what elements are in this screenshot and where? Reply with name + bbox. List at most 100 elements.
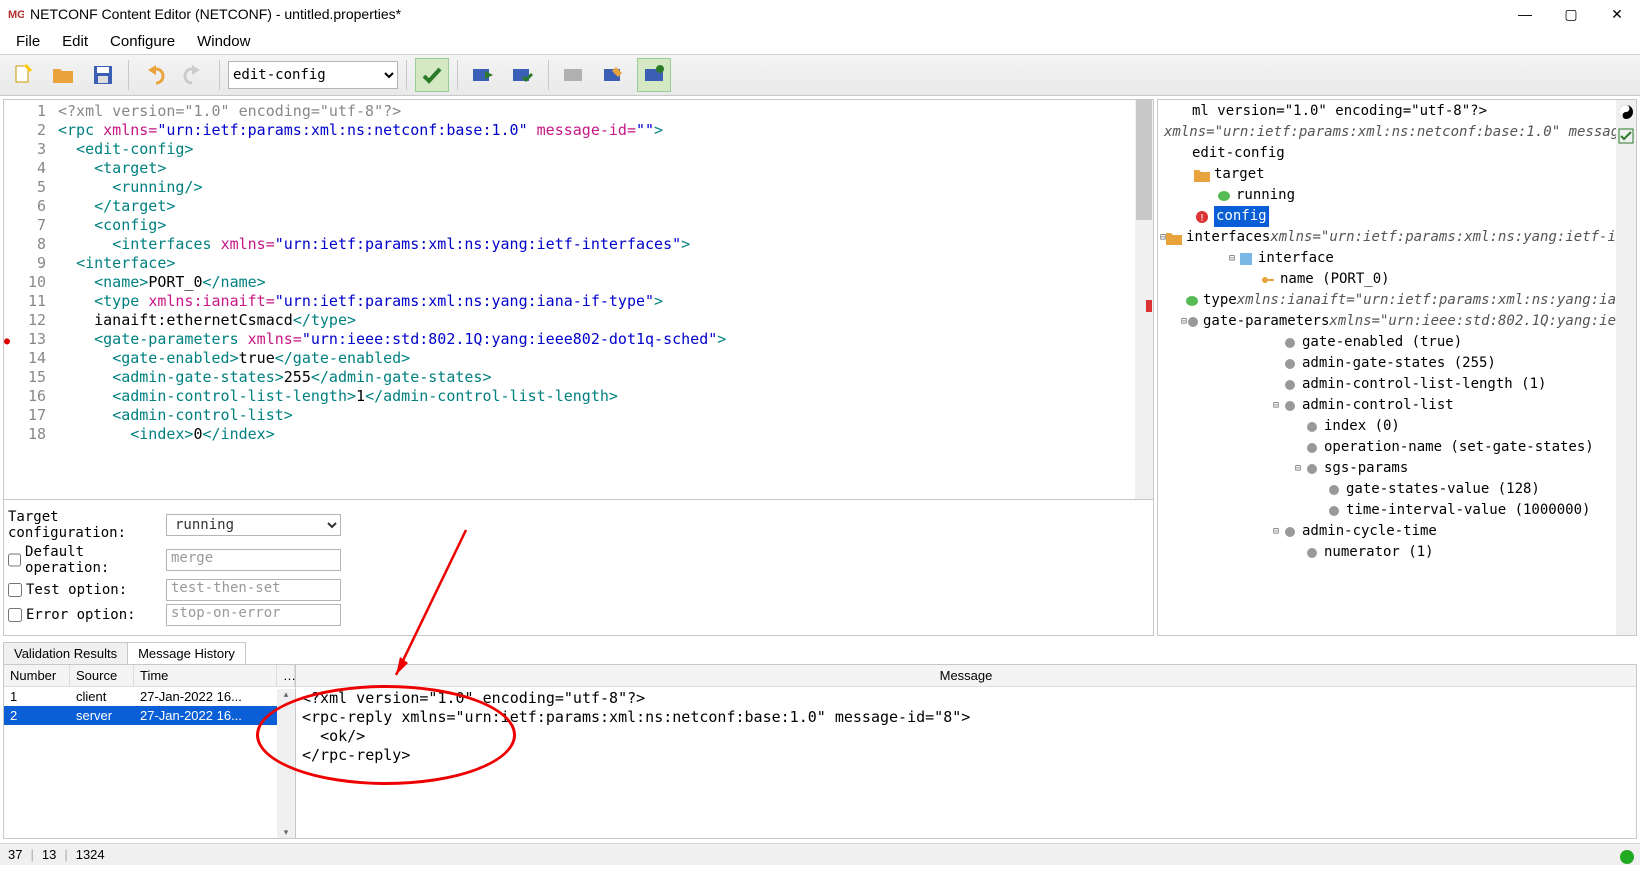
expand-icon[interactable]: ⊟ xyxy=(1270,395,1282,416)
tree-sidebar xyxy=(1616,100,1636,635)
tree-node-icon xyxy=(1304,545,1320,561)
tree-node[interactable]: ⊟sgs-params xyxy=(1160,458,1616,479)
col-time[interactable]: Time xyxy=(134,665,277,686)
default-operation-select[interactable]: merge xyxy=(166,549,341,571)
tree-node[interactable]: ⊟admin-cycle-time xyxy=(1160,521,1616,542)
error-option-label[interactable]: Error option: xyxy=(8,607,166,623)
statusbar: 37 | 13 | 1324 xyxy=(0,843,1640,865)
tree-node-icon xyxy=(1326,503,1342,519)
error-option-select[interactable]: stop-on-error xyxy=(166,604,341,626)
tree-node[interactable]: admin-gate-states (255) xyxy=(1160,353,1616,374)
edit-tool-button[interactable] xyxy=(597,58,631,92)
menu-file[interactable]: File xyxy=(6,30,50,53)
tree-node[interactable]: operation-name (set-gate-states) xyxy=(1160,437,1616,458)
app-icon: MG xyxy=(8,6,24,22)
message-body[interactable]: <?xml version="1.0" encoding="utf-8"?> <… xyxy=(296,687,1636,838)
tree-node[interactable]: gate-states-value (128) xyxy=(1160,479,1616,500)
tree-node[interactable]: ⊟gate-parameters xmlns="urn:ieee:std:802… xyxy=(1160,311,1616,332)
tree-node[interactable]: ⊟interface xyxy=(1160,248,1616,269)
send-validate-button[interactable] xyxy=(506,58,540,92)
redo-button[interactable] xyxy=(177,58,211,92)
maximize-button[interactable]: ▢ xyxy=(1548,0,1594,28)
col-number[interactable]: Number xyxy=(4,665,70,686)
col-source[interactable]: Source xyxy=(70,665,134,686)
undo-button[interactable] xyxy=(137,58,171,92)
target-config-select[interactable]: running xyxy=(166,514,341,536)
xml-editor[interactable]: 123456789101112131415161718 <?xml versio… xyxy=(4,100,1153,499)
refresh-button[interactable] xyxy=(637,58,671,92)
operation-select[interactable]: edit-config xyxy=(228,61,398,89)
menu-edit[interactable]: Edit xyxy=(52,30,98,53)
open-file-button[interactable] xyxy=(46,58,80,92)
tree-node[interactable]: target xyxy=(1160,164,1616,185)
tree-node[interactable]: type xmlns:ianaift="urn:ietf:params:xml:… xyxy=(1160,290,1616,311)
default-operation-label[interactable]: Default operation: xyxy=(8,544,166,576)
tree-node[interactable]: numerator (1) xyxy=(1160,542,1616,563)
default-operation-checkbox[interactable] xyxy=(8,553,21,567)
tree-node-icon xyxy=(1216,188,1232,204)
tree-node[interactable]: admin-control-list-length (1) xyxy=(1160,374,1616,395)
import-button[interactable] xyxy=(557,58,591,92)
tree-node[interactable]: ⊟admin-control-list xyxy=(1160,395,1616,416)
expand-icon[interactable]: ⊟ xyxy=(1292,458,1304,479)
tree-node[interactable]: !config xyxy=(1160,206,1616,227)
expand-icon[interactable]: ⊟ xyxy=(1226,248,1238,269)
tree-node-icon xyxy=(1172,104,1188,120)
code-content[interactable]: <?xml version="1.0" encoding="utf-8"?><r… xyxy=(54,100,1135,499)
message-header: Message xyxy=(296,665,1636,687)
tree-node[interactable]: edit-config xyxy=(1160,143,1616,164)
tree-node[interactable]: name (PORT_0) xyxy=(1160,269,1616,290)
tree-node-icon xyxy=(1282,356,1298,372)
save-button[interactable] xyxy=(86,58,120,92)
history-row[interactable]: 2server27-Jan-2022 16... xyxy=(4,706,295,725)
tree-node[interactable]: ⊟interfaces xmlns="urn:ietf:params:xml:n… xyxy=(1160,227,1616,248)
status-badge-icon xyxy=(1620,850,1634,864)
tree-node-icon xyxy=(1304,419,1320,435)
tree-node-icon xyxy=(1166,230,1182,246)
menu-configure[interactable]: Configure xyxy=(100,30,185,53)
col-more[interactable]: … xyxy=(277,665,295,686)
history-list: Number Source Time … 1client27-Jan-2022 … xyxy=(4,665,296,838)
send-button[interactable] xyxy=(466,58,500,92)
config-panel: Target configuration: running Default op… xyxy=(4,499,1153,635)
tree-node[interactable]: running xyxy=(1160,185,1616,206)
tab-message-history[interactable]: Message History xyxy=(127,642,246,664)
tree-node[interactable]: gate-enabled (true) xyxy=(1160,332,1616,353)
close-button[interactable]: ✕ xyxy=(1594,0,1640,28)
error-option-checkbox[interactable] xyxy=(8,608,22,622)
tree-node-icon xyxy=(1187,314,1199,330)
tree-node-icon xyxy=(1194,167,1210,183)
tree-node-icon xyxy=(1326,482,1342,498)
expand-icon[interactable]: ⊟ xyxy=(1270,521,1282,542)
test-option-select[interactable]: test-then-set xyxy=(166,579,341,601)
yin-yang-icon[interactable] xyxy=(1618,104,1634,120)
toolbar: edit-config xyxy=(0,54,1640,96)
window-title: NETCONF Content Editor (NETCONF) - untit… xyxy=(30,6,401,22)
status-size: 1324 xyxy=(76,847,105,862)
line-gutter: 123456789101112131415161718 xyxy=(4,100,54,499)
menubar: File Edit Configure Window xyxy=(0,28,1640,54)
tab-validation-results[interactable]: Validation Results xyxy=(3,642,128,664)
tree-node[interactable]: xmlns="urn:ietf:params:xml:ns:netconf:ba… xyxy=(1160,122,1616,143)
status-col: 13 xyxy=(42,847,56,862)
history-scrollbar[interactable] xyxy=(277,689,295,838)
validate-button[interactable] xyxy=(415,58,449,92)
tree-node[interactable]: index (0) xyxy=(1160,416,1616,437)
menu-window[interactable]: Window xyxy=(187,30,260,53)
tree-node[interactable]: time-interval-value (1000000) xyxy=(1160,500,1616,521)
checkbox-icon[interactable] xyxy=(1618,128,1634,144)
svg-text:MG: MG xyxy=(8,9,24,21)
xml-tree: ml version="1.0" encoding="utf-8"?> xmln… xyxy=(1157,99,1637,636)
test-option-checkbox[interactable] xyxy=(8,583,22,597)
tree-node[interactable]: ml version="1.0" encoding="utf-8"?> xyxy=(1160,101,1616,122)
message-pane: Message <?xml version="1.0" encoding="ut… xyxy=(296,665,1636,838)
tree-node-icon: ! xyxy=(1194,209,1210,225)
new-file-button[interactable] xyxy=(6,58,40,92)
tree-body[interactable]: ml version="1.0" encoding="utf-8"?> xmln… xyxy=(1158,100,1616,635)
tree-node-icon xyxy=(1304,440,1320,456)
minimize-button[interactable]: — xyxy=(1502,0,1548,28)
test-option-label[interactable]: Test option: xyxy=(8,582,166,598)
history-row[interactable]: 1client27-Jan-2022 16... xyxy=(4,687,295,706)
tree-node-icon xyxy=(1282,524,1298,540)
tree-node-icon xyxy=(1282,377,1298,393)
